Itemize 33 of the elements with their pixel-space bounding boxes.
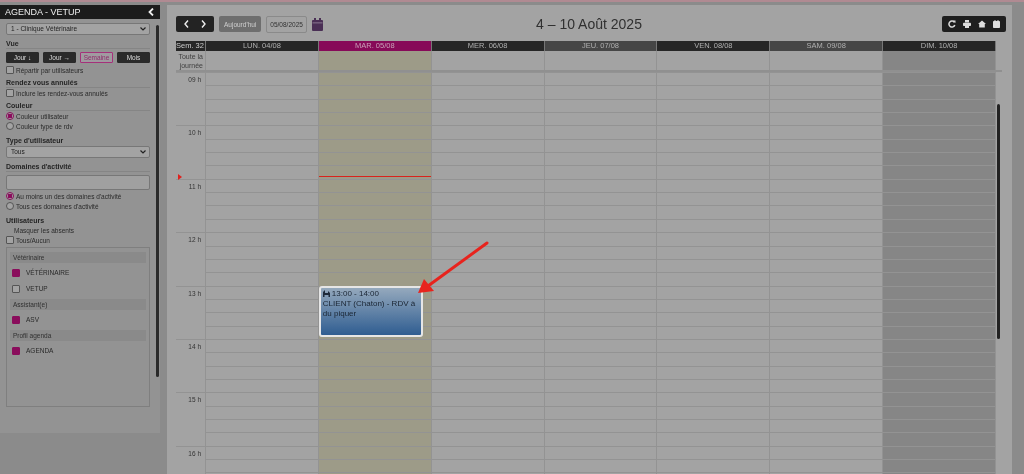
- scrollbar[interactable]: [156, 25, 159, 377]
- appointment[interactable]: 13:00 - 14:00 CLIENT (Chaton) - RDV à du piquer: [318, 285, 423, 337]
- domains-field[interactable]: [6, 175, 150, 190]
- refresh-icon[interactable]: [948, 20, 956, 28]
- radio-button[interactable]: [6, 192, 14, 200]
- day-column[interactable]: 13:00 - 14:00 CLIENT (Chaton) - RDV à du piquer: [318, 72, 432, 474]
- sidebar-title: AGENDA - VETUP: [5, 7, 81, 17]
- checkbox[interactable]: [6, 66, 14, 74]
- checkbox[interactable]: [12, 346, 20, 355]
- calendar-icon[interactable]: [993, 20, 1000, 28]
- all-day-cell[interactable]: [318, 51, 432, 70]
- checkbox[interactable]: [12, 315, 20, 324]
- checkbox[interactable]: [6, 89, 14, 97]
- checkbox[interactable]: [12, 268, 20, 277]
- appointment-title: CLIENT (Chaton) - RDV à du piquer: [322, 298, 417, 319]
- print-icon[interactable]: [963, 20, 971, 28]
- checkbox[interactable]: [12, 284, 20, 293]
- previous-icon[interactable]: [184, 20, 189, 28]
- next-icon[interactable]: [201, 20, 206, 28]
- caret-icon[interactable]: [140, 27, 146, 31]
- collapse-icon[interactable]: [148, 8, 154, 16]
- week-title: 4 – 10 Août 2025: [536, 16, 642, 32]
- pointer-arrow: [418, 241, 489, 293]
- appointment-time: 13:00 - 14:00: [331, 288, 379, 299]
- radio-button[interactable]: [6, 122, 14, 130]
- caret-icon[interactable]: [140, 150, 146, 154]
- all-day-cell[interactable]: [883, 51, 996, 70]
- scrollbar[interactable]: [997, 104, 1000, 339]
- checkbox[interactable]: [6, 236, 14, 244]
- radio-button[interactable]: [6, 202, 14, 210]
- home-icon[interactable]: [978, 20, 986, 28]
- radio-button[interactable]: [6, 112, 14, 120]
- current-time-marker-icon: [178, 173, 182, 180]
